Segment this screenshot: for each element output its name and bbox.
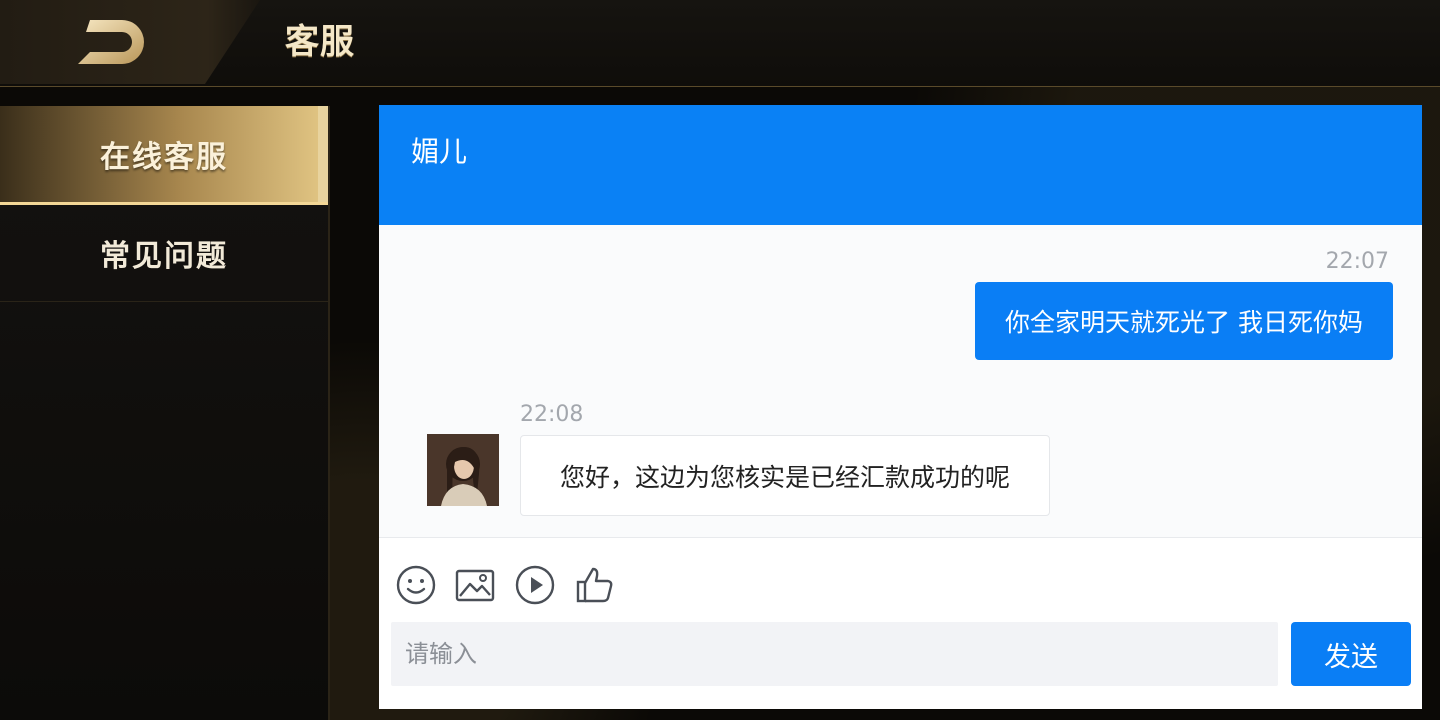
- chat-panel: 媚儿 22:07 你全家明天就死光了 我日死你妈 22:08 您好，这边为您核实…: [379, 105, 1422, 709]
- incoming-message-bubble: 您好，这边为您核实是已经汇款成功的呢: [520, 435, 1050, 516]
- sidebar-item-online-service[interactable]: 在线客服: [0, 106, 328, 205]
- agent-avatar: [427, 434, 499, 506]
- sidebar-item-label: 在线客服: [100, 140, 228, 175]
- page-title: 客服: [285, 22, 355, 62]
- sidebar: 在线客服 常见问题: [0, 106, 330, 720]
- thumbs-up-icon[interactable]: [574, 564, 616, 606]
- agent-name: 媚儿: [411, 135, 468, 168]
- back-logo-button[interactable]: [0, 0, 260, 84]
- sidebar-item-faq[interactable]: 常见问题: [0, 205, 328, 302]
- image-icon[interactable]: [454, 564, 496, 606]
- send-button[interactable]: 发送: [1291, 622, 1411, 686]
- sidebar-item-label: 常见问题: [100, 239, 228, 274]
- avatar-portrait: [427, 434, 499, 506]
- video-icon[interactable]: [514, 564, 556, 606]
- chat-header: 媚儿: [379, 105, 1422, 225]
- outgoing-message-bubble: 你全家明天就死光了 我日死你妈: [975, 282, 1393, 360]
- message-list[interactable]: 22:07 你全家明天就死光了 我日死你妈 22:08 您好，这边为您核实是已经…: [379, 225, 1422, 537]
- message-timestamp: 22:08: [520, 402, 584, 427]
- composer: 发送: [379, 537, 1422, 709]
- top-bar: 客服: [0, 0, 1440, 87]
- emoji-icon[interactable]: [395, 564, 437, 606]
- message-input[interactable]: [391, 622, 1278, 686]
- logo-icon: [78, 20, 144, 64]
- message-timestamp: 22:07: [1325, 249, 1389, 274]
